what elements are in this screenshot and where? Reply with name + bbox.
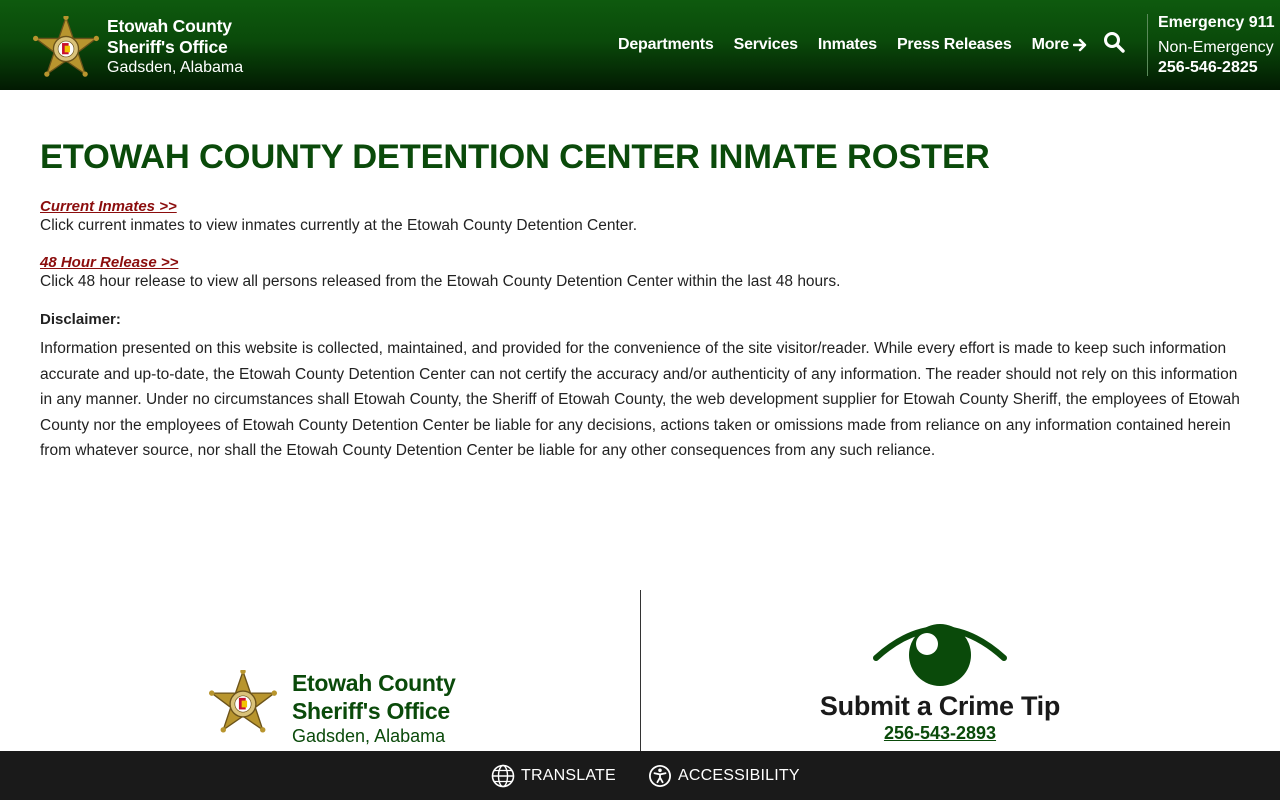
search-icon	[1104, 32, 1125, 53]
crime-tip-title: Submit a Crime Tip	[819, 691, 1061, 721]
accessibility-button[interactable]: ACCESSIBILITY	[648, 764, 800, 788]
footer-brand-location: Gadsden, Alabama	[292, 726, 446, 746]
non-emergency-label: Non-Emergency	[1158, 39, 1274, 56]
translate-label: TRANSLATE	[521, 767, 616, 784]
release-block: 48 Hour Release >> Click 48 hour release…	[40, 254, 1240, 292]
brand-location: Gadsden, Alabama	[107, 59, 244, 76]
current-inmates-link[interactable]: Current Inmates >>	[40, 198, 177, 216]
brand-title-line2: Sheriff's Office	[107, 37, 228, 57]
page-title: ETOWAH COUNTY DETENTION CENTER INMATE RO…	[40, 138, 990, 176]
nav-press-releases[interactable]: Press Releases	[897, 36, 1012, 54]
footer-divider	[640, 590, 641, 752]
brand-title-line1: Etowah County	[107, 16, 232, 36]
nav-more[interactable]: More	[1032, 36, 1087, 54]
eye-icon	[873, 624, 1007, 686]
footer-brand-text: Etowah County Sheriff's Office Gadsden, …	[292, 670, 456, 747]
globe-icon	[491, 764, 515, 788]
accessibility-label: ACCESSIBILITY	[678, 767, 800, 784]
header-divider	[1147, 14, 1148, 76]
accessibility-icon	[649, 765, 671, 787]
nav-more-label: More	[1031, 36, 1070, 53]
arrow-right-icon	[1073, 38, 1087, 52]
main-nav: Departments Services Inmates Press Relea…	[618, 33, 1107, 57]
crime-tip-section: Submit a Crime Tip 256-543-2893	[780, 622, 1100, 744]
crime-tip-phone[interactable]: 256-543-2893	[884, 722, 996, 744]
48-hour-release-link[interactable]: 48 Hour Release >>	[40, 254, 178, 272]
contact-info: Emergency 911 Non-Emergency 256-546-2825	[1158, 13, 1275, 77]
disclaimer-text: Information presented on this website is…	[40, 340, 1240, 459]
site-header: Etowah County Sheriff's Office Gadsden, …	[0, 0, 1280, 90]
nav-inmates[interactable]: Inmates	[818, 36, 877, 54]
current-inmates-block: Current Inmates >> Click current inmates…	[40, 198, 1240, 236]
footer-brand-line1: Etowah County	[292, 670, 456, 696]
brand-text: Etowah County Sheriff's Office Gadsden, …	[107, 16, 243, 78]
48-hour-release-description: Click 48 hour release to view all person…	[40, 273, 841, 290]
bottom-toolbar: TRANSLATE ACCESSIBILITY	[0, 751, 1280, 800]
emergency-number: Emergency 911	[1158, 14, 1275, 31]
main-content: ETOWAH COUNTY DETENTION CENTER INMATE RO…	[40, 136, 1240, 464]
disclaimer-label: Disclaimer:	[40, 311, 121, 328]
translate-button[interactable]: TRANSLATE	[491, 764, 616, 788]
nav-departments[interactable]: Departments	[618, 36, 714, 54]
nav-services[interactable]: Services	[734, 36, 798, 54]
footer-brand: Etowah County Sheriff's Office Gadsden, …	[208, 668, 456, 747]
search-button[interactable]	[1102, 31, 1126, 55]
non-emergency-phone[interactable]: 256-546-2825	[1158, 58, 1275, 77]
footer-brand-line2: Sheriff's Office	[292, 697, 450, 724]
home-logo-link[interactable]: Etowah County Sheriff's Office Gadsden, …	[32, 14, 243, 82]
current-inmates-description: Click current inmates to view inmates cu…	[40, 217, 638, 234]
sheriff-badge-icon	[32, 14, 100, 82]
sheriff-badge-icon	[208, 668, 278, 738]
